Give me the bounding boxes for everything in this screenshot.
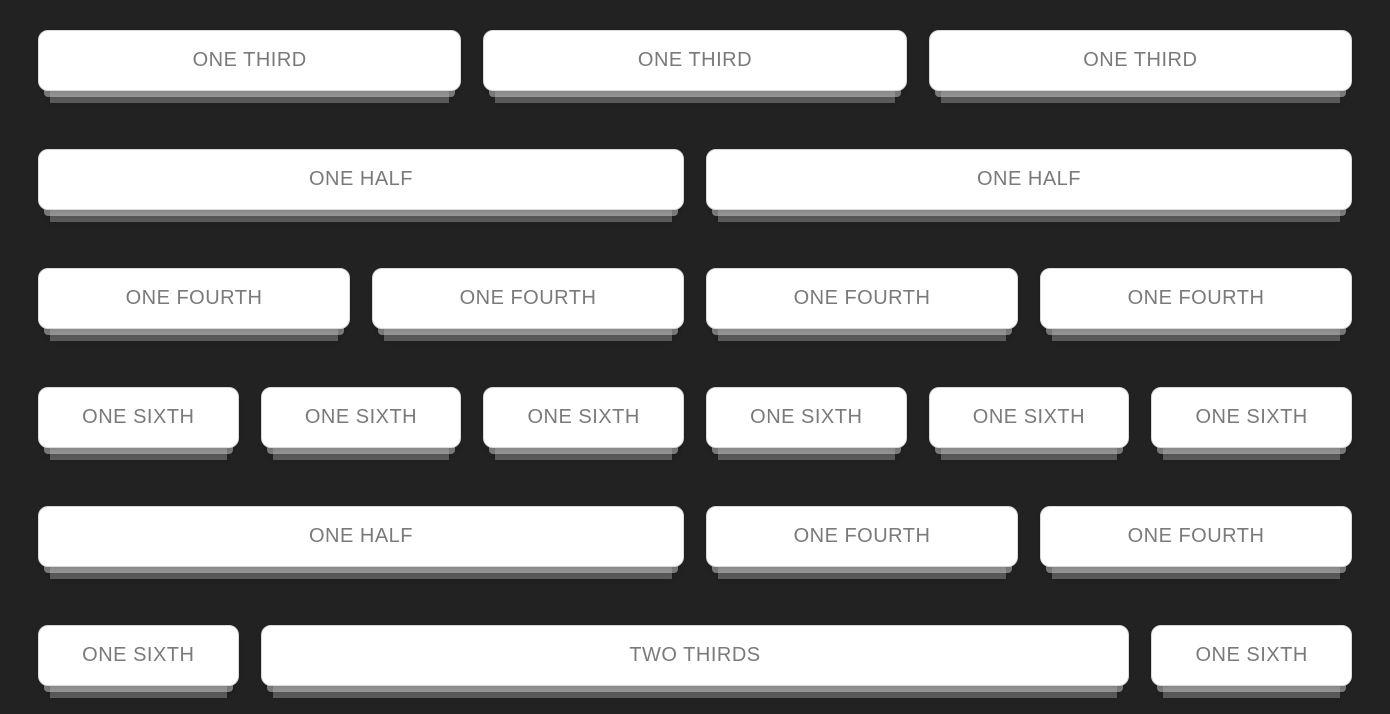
column-label: ONE FOURTH: [126, 287, 263, 309]
column-label: ONE FOURTH: [1128, 525, 1265, 547]
column-label: ONE SIXTH: [305, 406, 417, 428]
column-label: ONE FOURTH: [1128, 287, 1265, 309]
column-label: ONE SIXTH: [1195, 644, 1307, 666]
grid-column-one-sixth: ONE SIXTH: [261, 387, 462, 448]
column-label: ONE HALF: [977, 168, 1081, 190]
grid-row: ONE HALF ONE HALF: [38, 149, 1352, 210]
grid-column-one-fourth: ONE FOURTH: [38, 268, 350, 329]
grid-column-one-sixth: ONE SIXTH: [483, 387, 684, 448]
column-label: ONE HALF: [309, 525, 413, 547]
grid-column-one-fourth: ONE FOURTH: [706, 268, 1018, 329]
grid-column-one-sixth: ONE SIXTH: [706, 387, 907, 448]
grid-column-one-sixth: ONE SIXTH: [38, 625, 239, 686]
column-label: ONE HALF: [309, 168, 413, 190]
grid-column-one-half: ONE HALF: [38, 506, 684, 567]
grid-column-one-fourth: ONE FOURTH: [1040, 506, 1352, 567]
grid-demo-container: ONE THIRD ONE THIRD ONE THIRD ONE HALF O…: [38, 30, 1352, 686]
column-label: ONE SIXTH: [82, 406, 194, 428]
column-label: ONE FOURTH: [794, 525, 931, 547]
grid-row: ONE SIXTH TWO THIRDS ONE SIXTH: [38, 625, 1352, 686]
column-label: ONE FOURTH: [794, 287, 931, 309]
grid-row: ONE HALF ONE FOURTH ONE FOURTH: [38, 506, 1352, 567]
grid-column-one-fourth: ONE FOURTH: [1040, 268, 1352, 329]
grid-row: ONE SIXTH ONE SIXTH ONE SIXTH ONE SIXTH …: [38, 387, 1352, 448]
grid-row: ONE THIRD ONE THIRD ONE THIRD: [38, 30, 1352, 91]
grid-column-one-third: ONE THIRD: [483, 30, 906, 91]
grid-column-one-fourth: ONE FOURTH: [706, 506, 1018, 567]
grid-column-one-third: ONE THIRD: [929, 30, 1352, 91]
grid-column-one-half: ONE HALF: [38, 149, 684, 210]
column-label: ONE THIRD: [638, 49, 752, 71]
column-label: ONE FOURTH: [460, 287, 597, 309]
grid-column-one-third: ONE THIRD: [38, 30, 461, 91]
grid-column-one-sixth: ONE SIXTH: [1151, 387, 1352, 448]
grid-row: ONE FOURTH ONE FOURTH ONE FOURTH ONE FOU…: [38, 268, 1352, 329]
grid-column-two-thirds: TWO THIRDS: [261, 625, 1130, 686]
column-label: ONE THIRD: [1083, 49, 1197, 71]
column-label: TWO THIRDS: [629, 644, 760, 666]
grid-column-one-half: ONE HALF: [706, 149, 1352, 210]
grid-column-one-sixth: ONE SIXTH: [929, 387, 1130, 448]
column-label: ONE SIXTH: [82, 644, 194, 666]
column-label: ONE SIXTH: [527, 406, 639, 428]
grid-column-one-fourth: ONE FOURTH: [372, 268, 684, 329]
grid-column-one-sixth: ONE SIXTH: [1151, 625, 1352, 686]
column-label: ONE SIXTH: [1195, 406, 1307, 428]
column-label: ONE SIXTH: [973, 406, 1085, 428]
column-label: ONE THIRD: [193, 49, 307, 71]
column-label: ONE SIXTH: [750, 406, 862, 428]
grid-column-one-sixth: ONE SIXTH: [38, 387, 239, 448]
